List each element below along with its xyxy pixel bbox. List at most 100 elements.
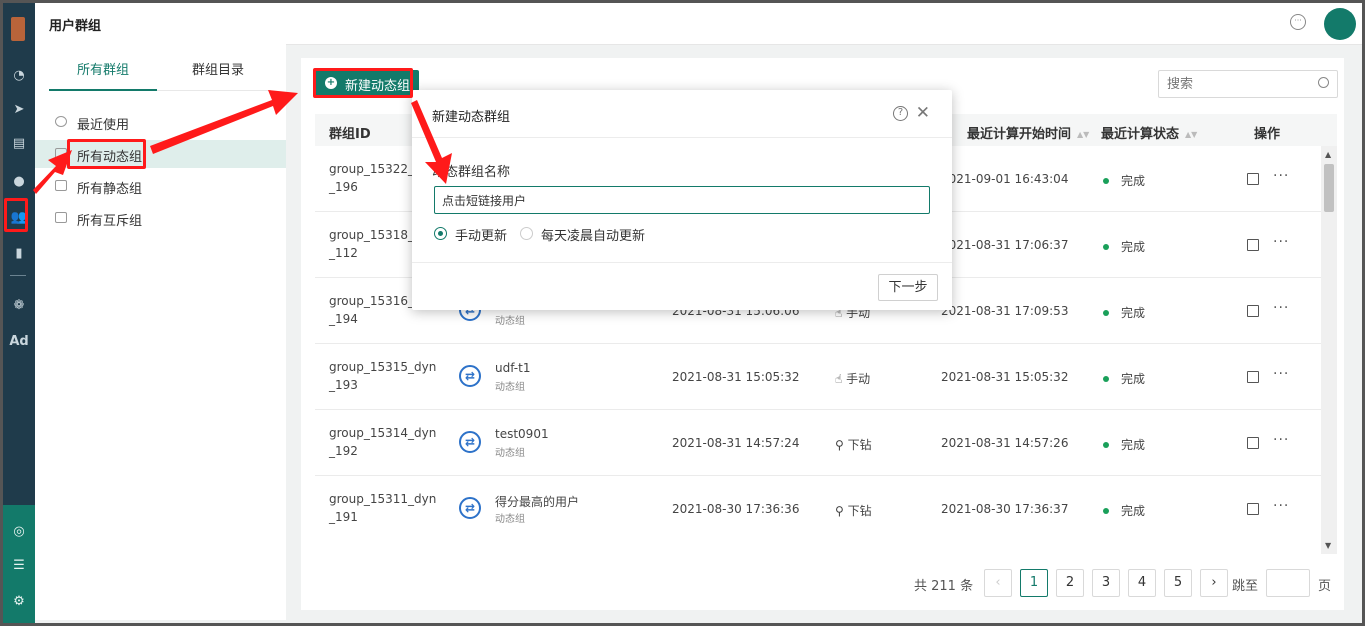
close-icon[interactable]: ✕ <box>916 103 930 123</box>
user-icon[interactable]: ● <box>7 169 31 193</box>
logo <box>11 17 25 41</box>
scroll-down-icon[interactable]: ▼ <box>1325 541 1331 550</box>
edit-icon[interactable] <box>1247 173 1259 185</box>
jump-label: 跳至 <box>1232 579 1259 594</box>
active-tab-indicator <box>49 89 157 91</box>
column-header-start-time[interactable]: 最近计算开始时间 ▲▼ <box>967 123 1089 142</box>
new-dynamic-group-dialog: 新建动态群组 ? ✕ 动态群组名称 点击短链接用户 手动更新 每天凌晨自动更新 … <box>412 90 952 310</box>
chat-icon[interactable]: ··· <box>1290 14 1306 30</box>
ad-icon[interactable]: Ad <box>7 329 31 353</box>
radio-circle[interactable] <box>520 227 533 240</box>
highlight-all-dynamic-groups <box>67 139 146 169</box>
update-mode-label: 手动 <box>846 372 871 386</box>
column-header-status[interactable]: 最近计算状态 ▲▼ <box>1101 123 1197 142</box>
table-row[interactable]: group_15311_dyn _191 ⇄ 得分最高的用户 动态组 2021-0… <box>315 476 1321 541</box>
table-row[interactable]: group_15314_dyn _192 ⇄ test0901 动态组 2021-… <box>315 410 1321 476</box>
search-input[interactable] <box>1167 72 1307 96</box>
start-time: 2021-08-31 15:05:32 <box>941 370 1069 384</box>
wechat-icon[interactable]: ❁ <box>7 293 31 317</box>
more-icon[interactable]: ··· <box>1273 366 1289 382</box>
edit-icon[interactable] <box>1247 305 1259 317</box>
update-mode: ☝ 手动 <box>835 370 870 387</box>
sort-icon[interactable]: ▲▼ <box>1185 130 1197 139</box>
nav-item-all-static[interactable]: 所有静态组 <box>35 172 286 200</box>
nav-item-recent[interactable]: 最近使用 <box>35 108 286 136</box>
update-mode: ⚲ 下钻 <box>835 436 872 453</box>
sort-icon[interactable]: ▲▼ <box>1077 130 1089 139</box>
more-icon[interactable]: ··· <box>1273 234 1289 250</box>
table-row[interactable]: group_15315_dyn _193 ⇄ udf-t1 动态组 2021-08… <box>315 344 1321 410</box>
jump-page-input[interactable] <box>1266 569 1310 597</box>
folder-icon <box>55 212 67 223</box>
group-name-input[interactable]: 点击短链接用户 <box>434 186 930 214</box>
status-dot <box>1103 376 1109 382</box>
page-button[interactable]: 1 <box>1020 569 1048 597</box>
hub-icon[interactable]: ◎ <box>7 519 31 543</box>
group-type: 动态组 <box>495 382 525 393</box>
group-id-line1: group_15315_dyn <box>329 360 437 374</box>
group-name[interactable]: test0901 <box>495 427 549 441</box>
folder-icon <box>55 148 67 159</box>
group-id-line2: _193 <box>329 378 358 392</box>
drilldown-icon: ⚲ <box>835 504 848 518</box>
top-header: 用户群组 ··· <box>35 3 1362 45</box>
edit-icon[interactable] <box>1247 371 1259 383</box>
status-dot <box>1103 442 1109 448</box>
search-icon[interactable] <box>1318 77 1329 88</box>
dashboard-icon[interactable]: ◔ <box>7 63 31 87</box>
pagination: 共 211 条 ‹ 1 2 3 4 5 › 跳至 页 <box>908 568 1338 598</box>
group-name-label: 动态群组名称 <box>432 165 511 180</box>
group-id-line1: group_15316_d <box>329 294 422 308</box>
hand-icon: ☝ <box>835 372 847 386</box>
tab-all-groups[interactable]: 所有群组 <box>77 59 129 78</box>
help-icon[interactable]: ? <box>893 106 908 121</box>
group-name[interactable]: 得分最高的用户 <box>495 493 579 510</box>
next-step-button[interactable]: 下一步 <box>878 274 938 301</box>
tab-group-directory[interactable]: 群组目录 <box>192 59 244 78</box>
edit-icon[interactable] <box>1247 239 1259 251</box>
start-time: 2021-08-31 17:09:53 <box>941 304 1069 318</box>
page-button[interactable]: 4 <box>1128 569 1156 597</box>
scrollbar-thumb[interactable] <box>1324 164 1334 212</box>
group-id-line1: group_15322_d <box>329 162 422 176</box>
avatar[interactable] <box>1324 8 1356 40</box>
layout-icon[interactable]: ▤ <box>7 131 31 155</box>
radio-circle[interactable] <box>434 227 447 240</box>
page-button[interactable]: 3 <box>1092 569 1120 597</box>
update-mode-label: 下钻 <box>847 438 872 452</box>
start-time: 2021-08-31 14:57:26 <box>941 436 1069 450</box>
more-icon[interactable]: ··· <box>1273 498 1289 514</box>
group-type: 动态组 <box>495 448 525 459</box>
column-header-group-id: 群组ID <box>329 127 371 142</box>
page-button[interactable]: 2 <box>1056 569 1084 597</box>
nav-item-all-exclusive[interactable]: 所有互斥组 <box>35 204 286 232</box>
more-icon[interactable]: ··· <box>1273 300 1289 316</box>
bar-chart-icon[interactable]: ▮ <box>7 241 31 265</box>
dynamic-group-icon: ⇄ <box>459 497 481 519</box>
dialog-title: 新建动态群组 <box>432 110 511 125</box>
status-badge: 完成 <box>1121 438 1146 452</box>
prev-page-button[interactable]: ‹ <box>984 569 1012 597</box>
scroll-up-icon[interactable]: ▲ <box>1325 150 1331 159</box>
gear-icon[interactable]: ⚙ <box>7 589 31 613</box>
start-time: 2021-09-01 16:43:04 <box>941 172 1069 186</box>
page-button[interactable]: 5 <box>1164 569 1192 597</box>
edit-icon[interactable] <box>1247 437 1259 449</box>
rail-divider <box>10 275 26 276</box>
more-icon[interactable]: ··· <box>1273 432 1289 448</box>
more-icon[interactable]: ··· <box>1273 168 1289 184</box>
search-box[interactable] <box>1158 70 1338 98</box>
table-scrollbar[interactable]: ▲ ▼ <box>1321 146 1337 554</box>
send-icon[interactable]: ➤ <box>7 97 31 121</box>
rail-bottom-section: ◎ ☰ ⚙ <box>3 505 35 623</box>
next-page-button[interactable]: › <box>1200 569 1228 597</box>
server-icon[interactable]: ☰ <box>7 553 31 577</box>
nav-item-label: 最近使用 <box>77 118 130 133</box>
clock-icon <box>55 116 67 127</box>
radio-label: 手动更新 <box>455 229 508 244</box>
group-id-line2: _191 <box>329 510 358 524</box>
status-badge: 完成 <box>1121 240 1146 254</box>
folder-icon <box>55 180 67 191</box>
edit-icon[interactable] <box>1247 503 1259 515</box>
group-name[interactable]: udf-t1 <box>495 361 530 375</box>
